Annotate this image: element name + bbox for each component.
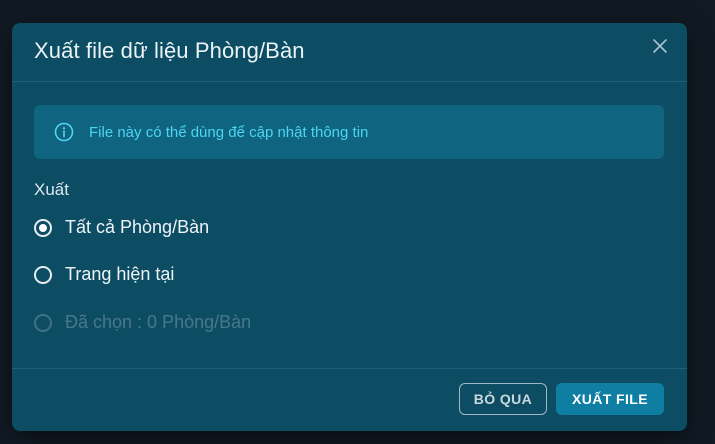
export-dialog: Xuất file dữ liệu Phòng/Bàn File này có … <box>12 23 687 431</box>
radio-unchecked[interactable] <box>34 265 52 284</box>
radio-checked[interactable] <box>34 218 52 237</box>
info-text: File này có thể dùng để cập nhật thông t… <box>89 123 369 141</box>
export-file-button[interactable]: XUẤT FILE <box>556 383 664 415</box>
info-circle-icon <box>53 121 75 143</box>
export-section-label: Xuất <box>34 180 69 199</box>
dialog-header: Xuất file dữ liệu Phòng/Bàn <box>12 23 687 82</box>
option-selected-rooms: Đã chọn : 0 Phòng/Bàn <box>34 312 251 333</box>
option-current-page[interactable]: Trang hiện tại <box>34 264 174 285</box>
close-button[interactable] <box>649 37 671 59</box>
cancel-button[interactable]: BỎ QUA <box>459 383 547 415</box>
close-icon <box>653 38 667 58</box>
info-banner: File này có thể dùng để cập nhật thông t… <box>34 105 664 159</box>
option-label: Đã chọn : 0 Phòng/Bàn <box>65 312 252 332</box>
option-label: Tất cả Phòng/Bàn <box>65 217 210 237</box>
radio-disabled <box>34 313 52 332</box>
option-all-rooms[interactable]: Tất cả Phòng/Bàn <box>34 217 209 238</box>
footer-divider <box>12 368 687 369</box>
option-label: Trang hiện tại <box>65 264 175 284</box>
dialog-title: Xuất file dữ liệu Phòng/Bàn <box>34 38 305 63</box>
